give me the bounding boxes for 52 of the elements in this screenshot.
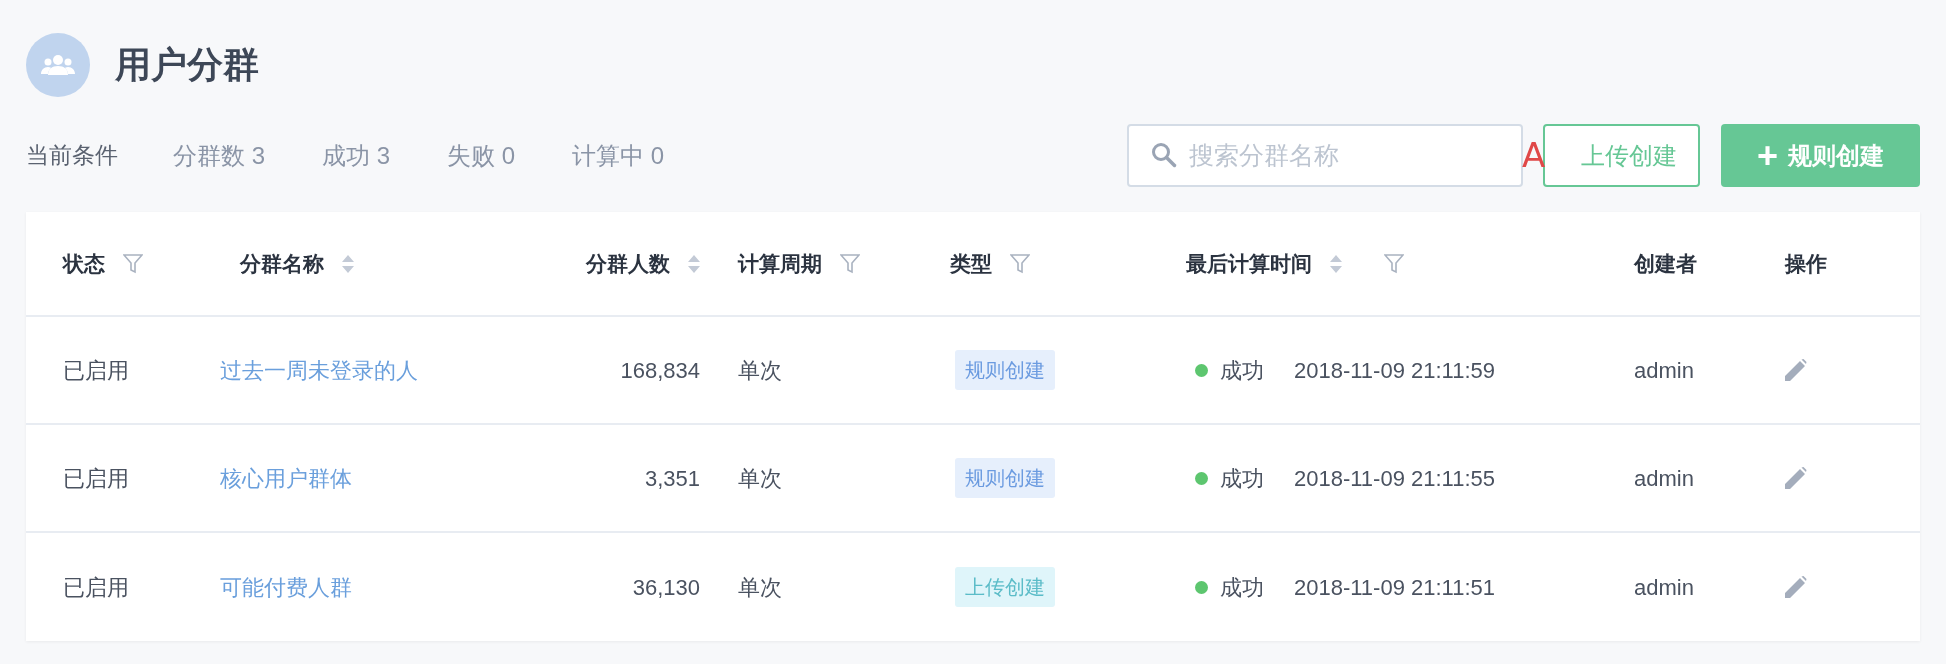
creator-text: admin <box>1634 573 1694 602</box>
plus-icon: + <box>1757 137 1778 174</box>
result-text: 成功 <box>1220 464 1264 493</box>
type-tag: 规则创建 <box>955 458 1055 498</box>
sort-icon[interactable] <box>1330 254 1342 273</box>
count-text: 3,351 <box>644 464 700 493</box>
column-header: 分群名称 <box>240 250 324 277</box>
column-header: 状态 <box>63 250 105 277</box>
search-icon <box>1151 142 1177 168</box>
edit-icon[interactable] <box>1785 576 1807 598</box>
count-text: 36,130 <box>632 573 700 602</box>
cycle-text: 单次 <box>738 356 782 385</box>
count-text: 168,834 <box>620 356 700 385</box>
segment-name-link[interactable]: 过去一周未登录的人 <box>220 353 418 387</box>
summary-label: 当前条件 <box>26 141 118 171</box>
time-text: 2018-11-09 21:11:59 <box>1294 356 1496 385</box>
sort-icon[interactable] <box>342 254 354 273</box>
column-header: 最后计算时间 <box>1186 250 1312 277</box>
column-header: 类型 <box>950 250 992 277</box>
status-text: 已启用 <box>63 356 129 385</box>
page-title: 用户分群 <box>115 43 259 87</box>
edit-icon[interactable] <box>1785 467 1807 489</box>
search-field[interactable]: 搜索分群名称 <box>1127 124 1523 187</box>
result-text: 成功 <box>1220 573 1264 602</box>
segment-name-link[interactable]: 可能付费人群 <box>220 570 352 604</box>
summary-stat: 失败 0 <box>447 140 516 171</box>
type-tag: 上传创建 <box>955 567 1055 607</box>
filter-icon[interactable] <box>840 253 860 274</box>
summary-stat: 分群数 3 <box>173 140 265 171</box>
creator-text: admin <box>1634 464 1694 493</box>
sort-icon[interactable] <box>688 254 700 273</box>
type-tag: 规则创建 <box>955 350 1055 390</box>
result-text: 成功 <box>1220 356 1264 385</box>
create-rule-button[interactable]: + 规则创建 <box>1721 124 1920 187</box>
cycle-text: 单次 <box>738 464 782 493</box>
status-text: 已启用 <box>63 573 129 602</box>
creator-text: admin <box>1634 356 1694 385</box>
cycle-text: 单次 <box>738 573 782 602</box>
time-text: 2018-11-09 21:11:55 <box>1294 464 1496 493</box>
time-text: 2018-11-09 21:11:51 <box>1294 573 1496 602</box>
column-header: 操作 <box>1785 250 1827 277</box>
summary-stat: 成功 3 <box>322 140 391 171</box>
column-header: 计算周期 <box>738 250 822 277</box>
column-header: 创建者 <box>1634 250 1697 277</box>
filter-icon[interactable] <box>1384 253 1404 274</box>
filter-icon[interactable] <box>123 253 143 274</box>
column-header: 分群人数 <box>586 250 670 277</box>
status-text: 已启用 <box>63 464 129 493</box>
filter-icon[interactable] <box>1010 253 1030 274</box>
segment-name-link[interactable]: 核心用户群体 <box>220 461 352 495</box>
summary-stat: 计算中 0 <box>572 140 665 171</box>
edit-icon[interactable] <box>1785 359 1807 381</box>
